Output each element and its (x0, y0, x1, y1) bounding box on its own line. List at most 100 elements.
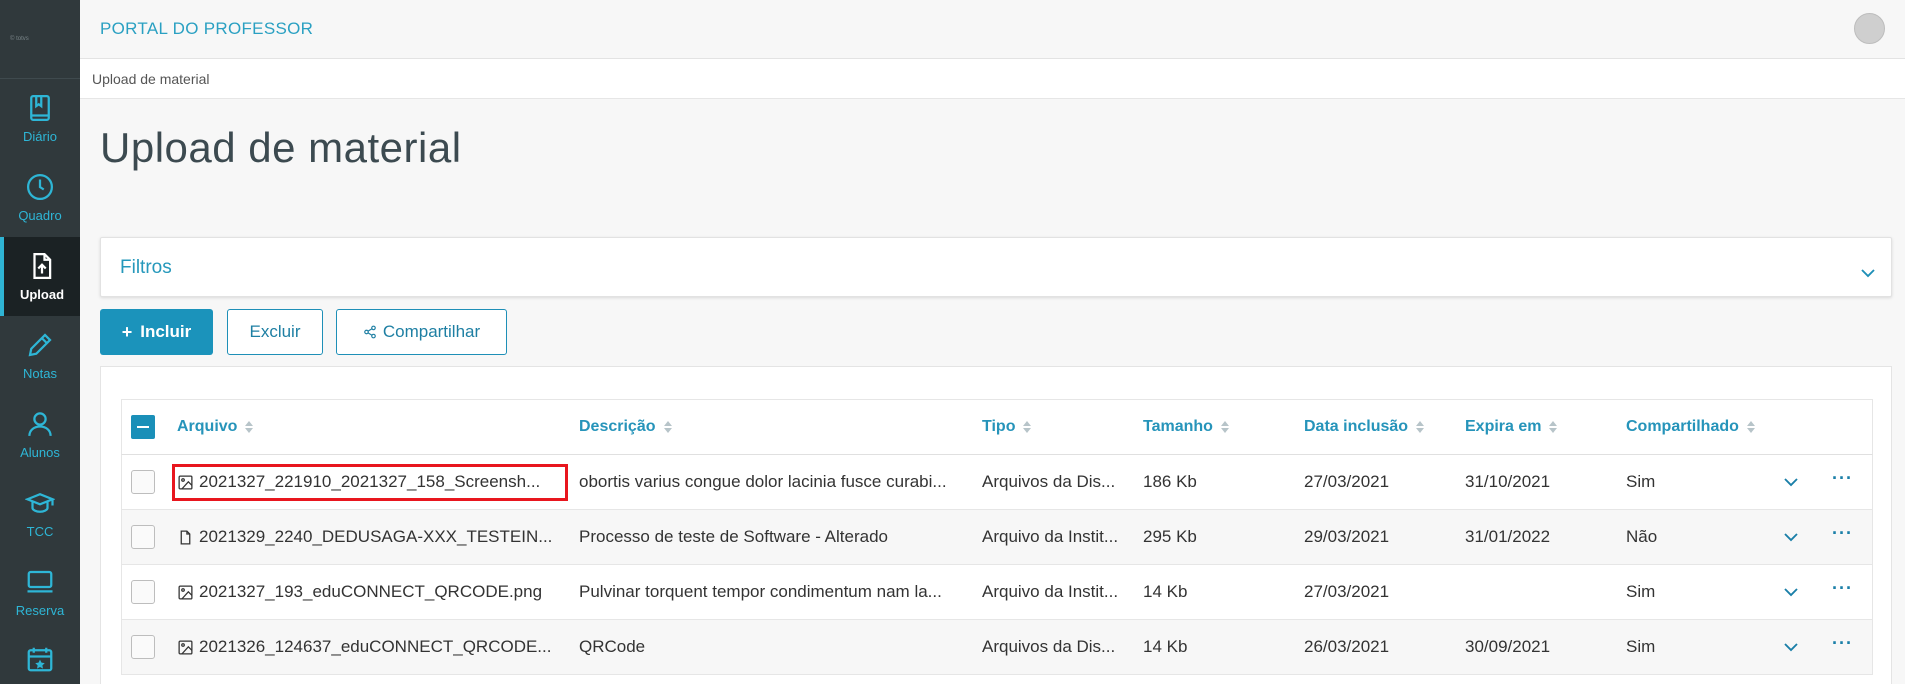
column-header-arquivo[interactable]: Arquivo (177, 400, 567, 454)
more-options-icon[interactable]: ··· (1832, 523, 1853, 544)
row-checkbox[interactable] (131, 635, 155, 659)
include-button[interactable]: + Incluir (100, 309, 213, 355)
chevron-down-icon[interactable] (1782, 473, 1800, 491)
more-options-icon[interactable]: ··· (1832, 633, 1853, 654)
sidebar-item-label: Upload (19, 287, 65, 302)
column-header-descricao[interactable]: Descrição (579, 400, 959, 454)
row-checkbox[interactable] (131, 470, 155, 494)
breadcrumb-item[interactable]: Upload de material (92, 71, 210, 87)
more-options-icon[interactable]: ··· (1832, 578, 1853, 599)
sort-icon[interactable] (663, 420, 672, 434)
shared-cell: Não (1626, 527, 1658, 546)
column-header-compartilhado[interactable]: Compartilhado (1626, 400, 1776, 454)
sort-icon[interactable] (1023, 420, 1032, 434)
column-header-data-inclusao[interactable]: Data inclusão (1304, 400, 1454, 454)
date-cell: 26/03/2021 (1304, 637, 1390, 656)
file-name[interactable]: 2021326_124637_eduCONNECT_QRCODE... (199, 637, 551, 657)
size-cell: 14 Kb (1143, 637, 1188, 656)
date-cell: 27/03/2021 (1304, 472, 1390, 491)
type-cell: Arquivo da Instit... (982, 527, 1119, 546)
file-name[interactable]: 2021329_2240_DEDUSAGA-XXX_TESTEIN... (199, 527, 552, 547)
select-all-checkbox[interactable] (131, 415, 155, 439)
table-card: Arquivo Descrição Tipo Tamanho Data incl… (100, 366, 1892, 684)
table-row[interactable]: 2021326_124637_eduCONNECT_QRCODE... QRCo… (121, 620, 1873, 675)
pencil-icon (28, 333, 52, 357)
sidebar-item-upload[interactable]: Upload (0, 237, 80, 316)
sidebar-item-quadro[interactable]: Quadro (0, 158, 80, 237)
clock-icon (27, 174, 53, 200)
monitor-icon (27, 570, 53, 593)
image-icon (178, 584, 193, 600)
book-icon (30, 95, 50, 121)
sidebar-item-label: Notas (23, 366, 57, 381)
size-cell: 14 Kb (1143, 582, 1188, 601)
column-header-tipo[interactable]: Tipo (982, 400, 1122, 454)
file-name[interactable]: 2021327_221910_2021327_158_Screensh... (199, 472, 540, 492)
share-icon (364, 325, 376, 339)
table-row[interactable]: 2021327_193_eduCONNECT_QRCODE.png Pulvin… (121, 565, 1873, 620)
chevron-down-icon[interactable] (1859, 264, 1877, 282)
sidebar-item-diario[interactable]: Diário (0, 79, 80, 158)
shared-cell: Sim (1626, 472, 1656, 491)
sort-icon[interactable] (1220, 420, 1229, 434)
date-cell: 27/03/2021 (1304, 582, 1390, 601)
column-header-tamanho[interactable]: Tamanho (1143, 400, 1283, 454)
type-cell: Arquivos da Dis... (982, 637, 1116, 656)
plus-icon: + (121, 321, 133, 342)
table-row[interactable]: 2021329_2240_DEDUSAGA-XXX_TESTEIN... Pro… (121, 510, 1873, 565)
size-cell: 295 Kb (1143, 527, 1197, 546)
sidebar-item-tcc[interactable]: TCC (0, 474, 80, 553)
avatar[interactable] (1854, 13, 1885, 44)
sidebar-item-notas[interactable]: Notas (0, 316, 80, 395)
sidebar-item-calendar[interactable] (0, 632, 80, 684)
sort-icon[interactable] (1416, 420, 1425, 434)
user-icon (28, 412, 52, 436)
expires-cell (1465, 565, 1615, 619)
sort-icon[interactable] (1746, 420, 1755, 434)
portal-title[interactable]: PORTAL DO PROFESSOR (100, 19, 313, 39)
sidebar-item-label: TCC (26, 524, 54, 539)
chevron-down-icon[interactable] (1782, 528, 1800, 546)
logo-text: © totvs (10, 36, 29, 42)
expires-cell: 30/09/2021 (1465, 637, 1551, 656)
upload-file-icon (33, 253, 52, 279)
table-row[interactable]: 2021327_221910_2021327_158_Screensh... o… (121, 455, 1873, 510)
delete-label: Excluir (249, 322, 301, 341)
type-cell: Arquivos da Dis... (982, 472, 1116, 491)
graduation-cap-icon (25, 493, 55, 513)
expires-cell: 31/10/2021 (1465, 472, 1551, 491)
description-cell: Pulvinar torquent tempor condimentum nam… (579, 582, 942, 601)
row-checkbox[interactable] (131, 580, 155, 604)
sidebar-item-label: Reserva (15, 603, 65, 618)
image-icon (178, 639, 193, 655)
share-label: Compartilhar (382, 322, 481, 341)
sort-icon[interactable] (1549, 420, 1558, 434)
description-cell: Processo de teste de Software - Alterado (579, 527, 889, 546)
description-cell: QRCode (579, 637, 646, 656)
top-bar: PORTAL DO PROFESSOR (80, 0, 1905, 59)
table-header: Arquivo Descrição Tipo Tamanho Data incl… (121, 399, 1873, 455)
column-header-expira-em[interactable]: Expira em (1465, 400, 1615, 454)
sort-icon[interactable] (245, 420, 254, 434)
delete-button[interactable]: Excluir (227, 309, 323, 355)
more-options-icon[interactable]: ··· (1832, 468, 1853, 489)
sidebar-logo: © totvs (0, 0, 80, 79)
chevron-down-icon[interactable] (1782, 638, 1800, 656)
filter-panel[interactable]: Filtros (100, 237, 1892, 297)
breadcrumb: Upload de material (80, 59, 1905, 99)
image-icon (178, 474, 193, 490)
page-title: Upload de material (100, 124, 462, 171)
row-checkbox[interactable] (131, 525, 155, 549)
shared-cell: Sim (1626, 637, 1656, 656)
shared-cell: Sim (1626, 582, 1656, 601)
sidebar-item-reserva[interactable]: Reserva (0, 553, 80, 632)
sidebar-item-label: Alunos (20, 445, 60, 460)
chevron-down-icon[interactable] (1782, 583, 1800, 601)
sidebar: © totvs Diário Quadro Upload Notas Aluno… (0, 0, 80, 684)
sidebar-item-label: Diário (23, 129, 57, 144)
sidebar-item-alunos[interactable]: Alunos (0, 395, 80, 474)
sidebar-item-label: Quadro (18, 208, 62, 223)
share-button[interactable]: Compartilhar (336, 309, 507, 355)
description-cell: obortis varius congue dolor lacinia fusc… (579, 472, 947, 491)
file-name[interactable]: 2021327_193_eduCONNECT_QRCODE.png (199, 582, 542, 602)
